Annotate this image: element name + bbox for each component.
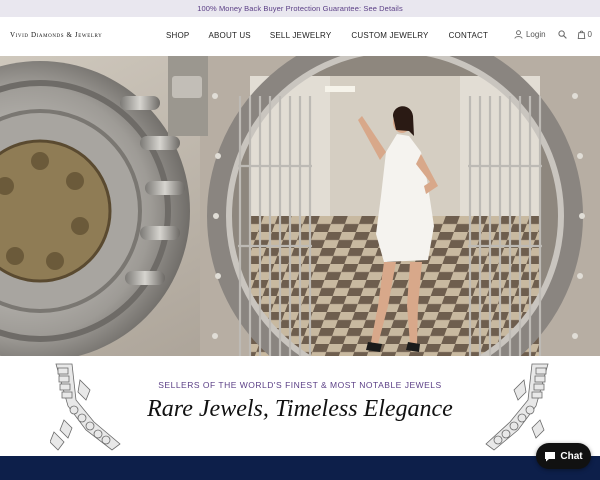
vault-photo: [0, 56, 600, 356]
login-label: Login: [525, 30, 546, 39]
nav-shop[interactable]: SHOP: [166, 31, 189, 40]
cart-button[interactable]: 0: [577, 30, 592, 39]
chat-label: Chat: [560, 450, 583, 462]
user-icon: [514, 30, 523, 39]
header-utilities: Login 0: [514, 30, 592, 39]
next-section-band: [0, 456, 600, 480]
main-nav: SHOP ABOUT US SELL JEWELRY CUSTOM JEWELR…: [166, 31, 488, 40]
site-logo[interactable]: Vivid Diamonds & Jewelry: [10, 31, 102, 39]
login-link[interactable]: Login: [514, 30, 546, 39]
nav-sell-jewelry[interactable]: SELL JEWELRY: [270, 31, 332, 40]
nav-about-us[interactable]: ABOUT US: [208, 31, 250, 40]
hero-banner[interactable]: [0, 56, 600, 356]
cart-icon: [577, 30, 585, 39]
site-header: Vivid Diamonds & Jewelry SHOP ABOUT US S…: [0, 17, 600, 56]
promo-link[interactable]: 100% Money Back Buyer Protection Guarant…: [197, 4, 403, 13]
cart-count: 0: [587, 30, 592, 39]
search-button[interactable]: [557, 30, 567, 39]
search-icon: [557, 30, 567, 39]
promo-bar[interactable]: 100% Money Back Buyer Protection Guarant…: [0, 0, 600, 17]
brooch-image-left: [50, 363, 121, 451]
brooch-image-right: [485, 363, 549, 451]
nav-contact[interactable]: CONTACT: [449, 31, 488, 40]
nav-custom-jewelry[interactable]: CUSTOM JEWELRY: [351, 31, 428, 40]
chat-bubble-icon: [545, 451, 556, 461]
chat-button[interactable]: Chat: [536, 443, 591, 469]
